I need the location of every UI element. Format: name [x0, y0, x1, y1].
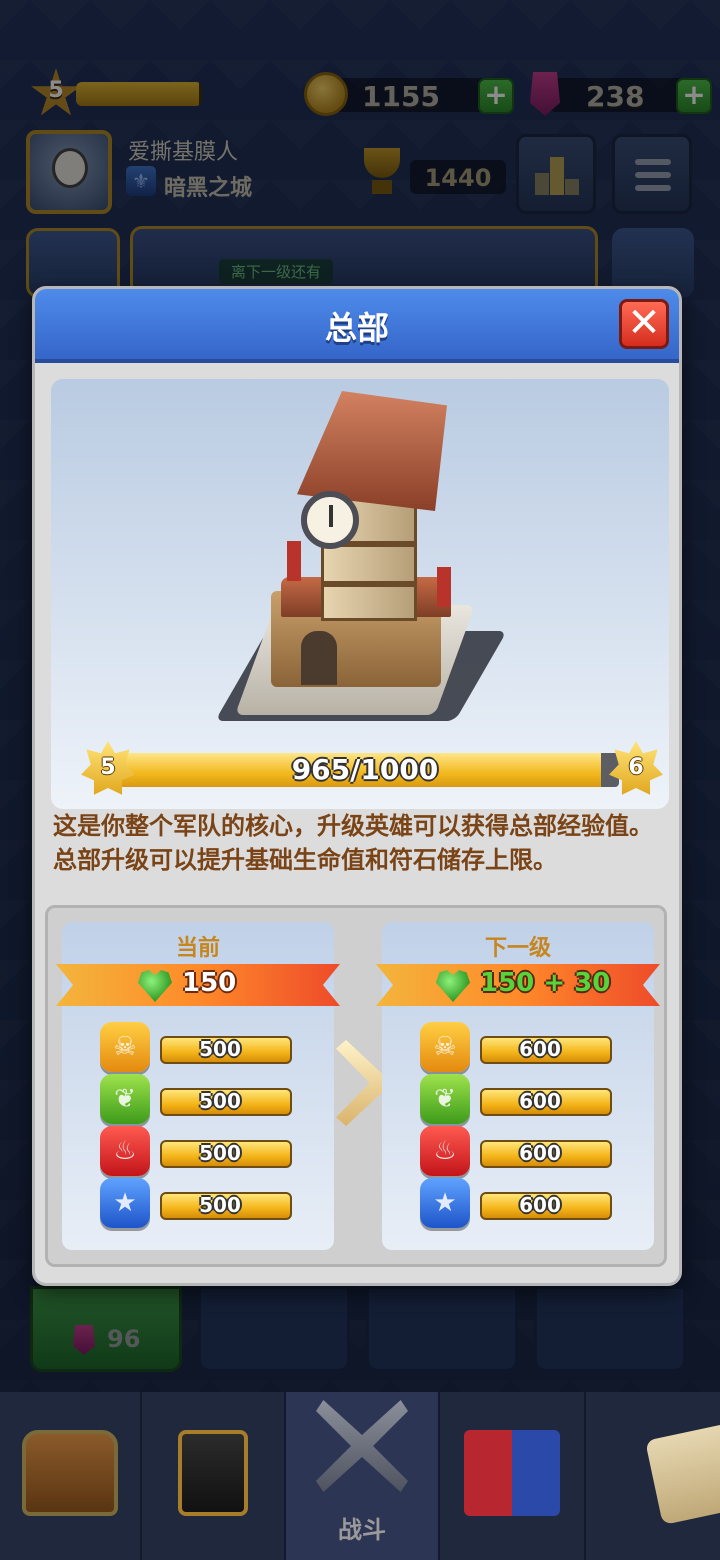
rune-capacity-value: 500 — [199, 1141, 241, 1165]
nav-item-quests[interactable] — [586, 1392, 720, 1560]
rune-capacity-row: ♨ 500 — [100, 1126, 300, 1176]
bottom-nav: 1 战斗 — [0, 1392, 720, 1560]
clan-banner-icon — [464, 1430, 560, 1516]
nav-battle-label: 战斗 — [338, 1516, 386, 1544]
modal-title: 总部 — [324, 309, 389, 347]
leaf-rune-icon: ❦ — [100, 1074, 150, 1124]
rune-capacity-value: 600 — [519, 1141, 561, 1165]
rune-capacity-value: 500 — [199, 1193, 241, 1217]
rune-capacity-value: 600 — [519, 1037, 561, 1061]
headquarters-exp-bar: 965/1000 5 6 — [81, 741, 663, 801]
nav-item-cards[interactable]: 1 — [142, 1392, 344, 1560]
modal-header: 总部 ✕ — [35, 289, 679, 363]
star-rune-icon: ★ — [100, 1178, 150, 1228]
stats-comparison: 当前 150 ☠ 500 ❦ 500 ♨ 500 ★ 500 下一级 150 +… — [45, 905, 667, 1267]
rune-capacity-value: 600 — [519, 1089, 561, 1113]
rune-capacity-row: ❦ 600 — [420, 1074, 620, 1124]
chest-icon — [22, 1430, 118, 1516]
clock-icon — [301, 491, 359, 549]
current-title: 当前 — [175, 936, 220, 961]
rune-capacity-row: ☠ 600 — [420, 1022, 620, 1072]
rune-capacity-value: 500 — [199, 1089, 241, 1113]
next-level-stats-column: 下一级 150 + 30 ☠ 600 ❦ 600 ♨ 600 ★ 600 — [376, 922, 660, 1250]
star-rune-icon: ★ — [420, 1178, 470, 1228]
nav-item-shop[interactable] — [0, 1392, 142, 1560]
close-button[interactable]: ✕ — [619, 299, 669, 349]
current-hp: 150 — [182, 968, 237, 998]
scroll-icon — [645, 1420, 720, 1526]
rune-capacity-row: ★ 500 — [100, 1178, 300, 1228]
current-stats-column: 当前 150 ☠ 500 ❦ 500 ♨ 500 ★ 500 — [56, 922, 340, 1250]
rune-capacity-row: ♨ 600 — [420, 1126, 620, 1176]
building-description: 这是你整个军队的核心，升级英雄可以获得总部经验值。总部升级可以提升基础生命值和符… — [53, 812, 653, 874]
skull-rune-icon: ☠ — [100, 1022, 150, 1072]
headquarters-modal: 总部 ✕ 965/1000 5 6 这是你整个军队的核心，升级英雄可以获得总部经… — [32, 286, 682, 1286]
battle-swords-icon — [316, 1400, 408, 1492]
rune-capacity-row: ☠ 500 — [100, 1022, 300, 1072]
skull-rune-icon: ☠ — [420, 1022, 470, 1072]
flame-rune-icon: ♨ — [100, 1126, 150, 1176]
cards-icon — [178, 1430, 248, 1516]
next-hp: 150 + 30 — [480, 968, 611, 998]
next-level: 6 — [628, 755, 644, 780]
headquarters-building-icon — [215, 391, 507, 731]
leaf-rune-icon: ❦ — [420, 1074, 470, 1124]
rune-capacity-value: 500 — [199, 1037, 241, 1061]
exp-progress-text: 965/1000 — [291, 753, 439, 786]
building-art-panel: 965/1000 5 6 — [51, 379, 669, 809]
rune-capacity-row: ❦ 500 — [100, 1074, 300, 1124]
flame-rune-icon: ♨ — [420, 1126, 470, 1176]
nav-item-clan[interactable] — [440, 1392, 586, 1560]
current-level: 5 — [100, 755, 116, 780]
next-title: 下一级 — [484, 936, 551, 961]
rune-capacity-row: ★ 600 — [420, 1178, 620, 1228]
rune-capacity-value: 600 — [519, 1193, 561, 1217]
nav-item-battle[interactable]: 战斗 — [286, 1392, 440, 1560]
